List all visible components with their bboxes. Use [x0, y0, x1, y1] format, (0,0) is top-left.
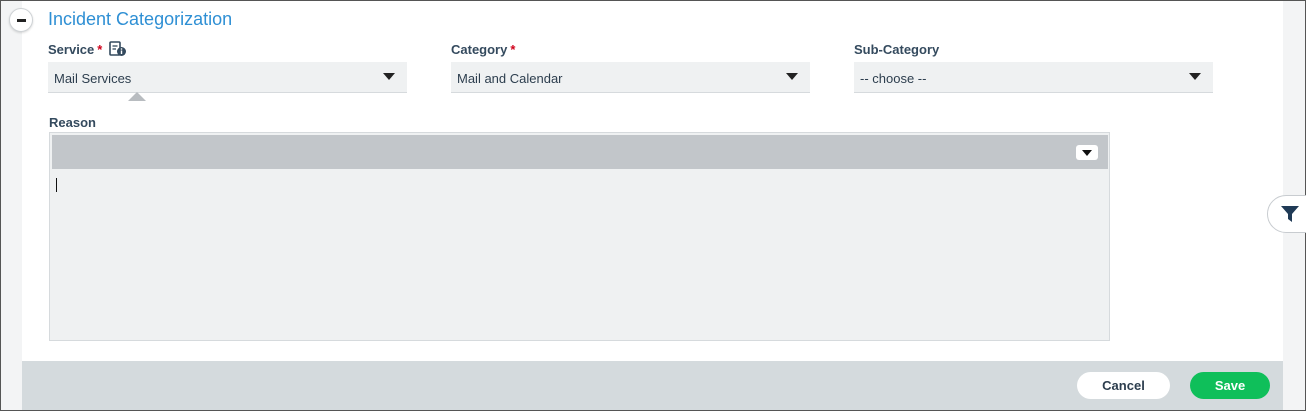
category-select[interactable]: Mail and Calendar [451, 62, 810, 93]
category-label-text: Category [451, 42, 508, 57]
dropdown-pointer [128, 92, 146, 101]
save-button[interactable]: Save [1190, 372, 1270, 399]
reason-editor-toolbar [52, 135, 1108, 169]
required-marker: * [510, 42, 516, 57]
left-gutter [1, 1, 22, 410]
subcategory-select-value: -- choose -- [860, 71, 927, 86]
service-label: Service * [48, 42, 102, 57]
info-document-icon[interactable] [109, 41, 127, 57]
service-select-value: Mail Services [54, 71, 132, 86]
reason-label: Reason [49, 115, 96, 130]
text-cursor [56, 178, 57, 192]
reason-editor[interactable] [49, 132, 1110, 341]
chevron-down-icon [786, 73, 798, 80]
subcategory-label: Sub-Category [854, 42, 940, 57]
service-select[interactable]: Mail Services [48, 62, 407, 93]
subcategory-select[interactable]: -- choose -- [854, 62, 1213, 93]
form-footer: Cancel Save [22, 361, 1283, 410]
section-title: Incident Categorization [48, 9, 233, 29]
category-select-value: Mail and Calendar [457, 71, 563, 86]
filter-icon [1281, 206, 1299, 222]
toolbar-expand-button[interactable] [1076, 145, 1098, 160]
chevron-down-icon [383, 73, 395, 80]
minus-icon [16, 18, 26, 22]
required-marker: * [97, 42, 103, 57]
filter-button[interactable] [1267, 195, 1306, 233]
cancel-button[interactable]: Cancel [1077, 372, 1170, 399]
category-label: Category * [451, 42, 515, 57]
collapse-section-button[interactable] [9, 8, 33, 32]
service-label-text: Service [48, 42, 95, 57]
chevron-down-icon [1189, 73, 1201, 80]
caret-down-icon [1082, 149, 1092, 156]
